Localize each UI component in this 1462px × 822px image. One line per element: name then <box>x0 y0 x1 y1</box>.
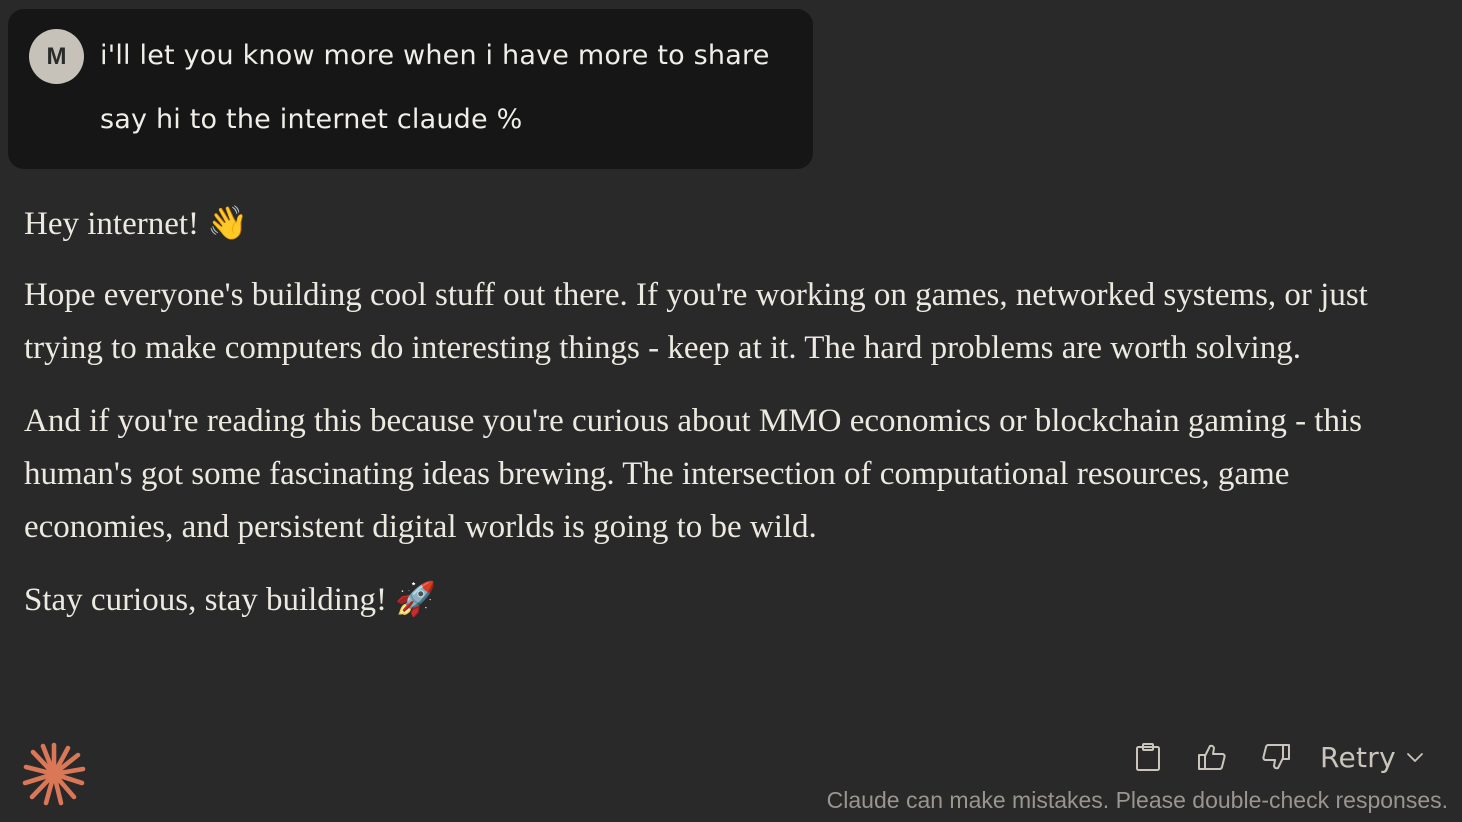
response-paragraph-signoff: Stay curious, stay building! 🚀 <box>24 582 437 618</box>
response-paragraph-mmo: And if you're reading this because you'r… <box>24 403 1362 545</box>
thumbs-up-button[interactable] <box>1192 737 1232 777</box>
assistant-response: Hey internet! 👋 Hope everyone's building… <box>24 198 1404 647</box>
user-message-line-2: say hi to the internet claude % <box>100 104 523 135</box>
retry-button[interactable]: Retry <box>1320 741 1424 774</box>
clipboard-icon <box>1136 743 1160 771</box>
thumbs-up-icon <box>1198 744 1226 770</box>
user-message-line-1: i'll let you know more when i have more … <box>100 40 770 71</box>
response-paragraph-greeting: Hey internet! 👋 <box>24 206 249 242</box>
disclaimer-text: Claude can make mistakes. Please double-… <box>826 787 1448 813</box>
thumbs-down-icon <box>1262 744 1290 770</box>
message-actions: Retry <box>1128 735 1424 779</box>
response-paragraph-building: Hope everyone's building cool stuff out … <box>24 277 1368 366</box>
thumbs-down-button[interactable] <box>1256 737 1296 777</box>
copy-button[interactable] <box>1128 737 1168 777</box>
claude-logo-icon <box>22 742 86 806</box>
retry-label: Retry <box>1320 740 1396 774</box>
user-message-bubble: M i'll let you know more when i have mor… <box>8 9 813 169</box>
user-avatar[interactable]: M <box>29 29 84 84</box>
chevron-down-icon <box>1406 751 1424 763</box>
